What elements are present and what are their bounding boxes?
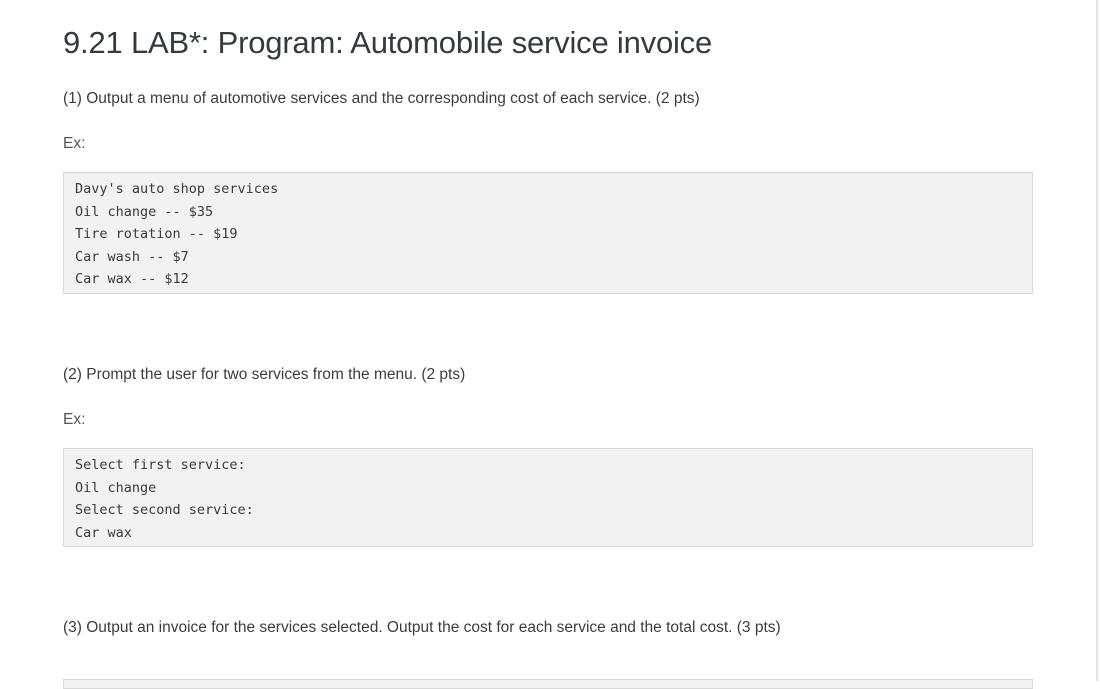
code-line: Oil change -- $35: [75, 203, 214, 220]
step-2-example-output: Select first service: Oil change Select …: [63, 448, 1033, 547]
step-1-instructions: (1) Output a menu of automotive services…: [63, 90, 700, 107]
code-line: Tire rotation -- $19: [75, 226, 238, 242]
code-line: Car wax -- $12: [75, 271, 189, 287]
step-2-instructions: (2) Prompt the user for two services fro…: [63, 366, 466, 383]
code-line: Select second service:: [75, 502, 254, 518]
step-2-example-label: Ex:: [63, 411, 86, 428]
code-line: Car wax: [75, 524, 132, 541]
step-3-instructions: (3) Output an invoice for the services s…: [63, 619, 781, 636]
code-line: Oil change: [75, 479, 157, 496]
lab-page: 9.21 LAB*: Program: Automobile service i…: [0, 0, 1098, 689]
page-title: 9.21 LAB*: Program: Automobile service i…: [63, 25, 713, 60]
code-line: Select first service:: [75, 457, 246, 473]
code-line: Davy's auto shop services: [75, 181, 279, 197]
code-line: Car wash -- $7: [75, 248, 189, 265]
step-1-example-output: Davy's auto shop services Oil change -- …: [63, 172, 1033, 294]
step-1-example-label: Ex:: [63, 135, 86, 152]
